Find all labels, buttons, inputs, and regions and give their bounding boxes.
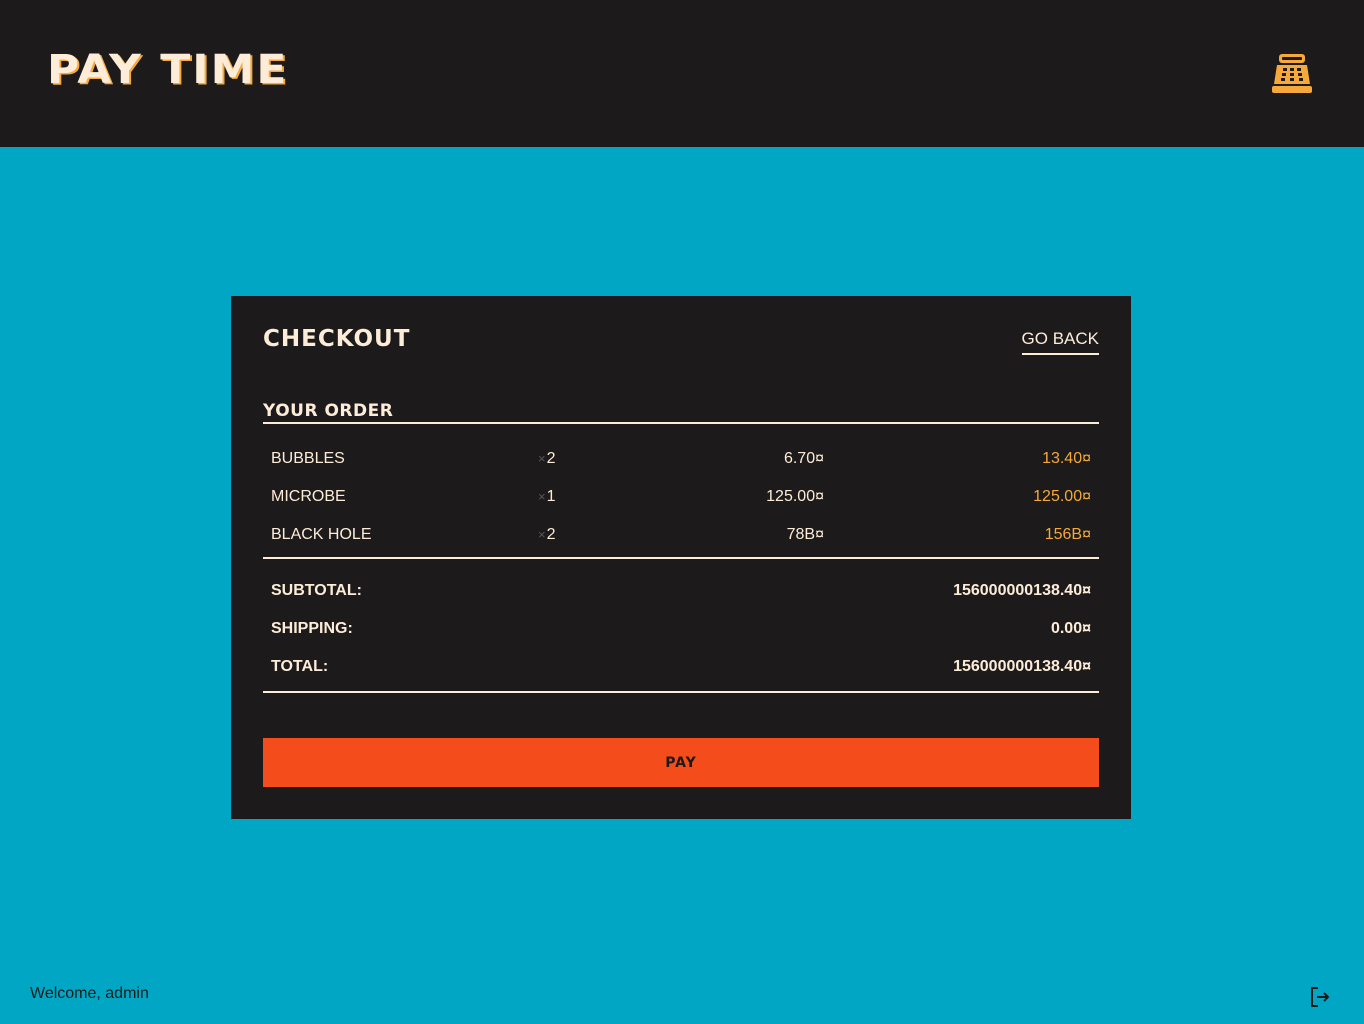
item-quantity: ×2 (538, 450, 556, 468)
checkout-card: CHECKOUT GO BACK YOUR ORDER BUBBLES ×2 6… (231, 296, 1131, 819)
subtotal-value: 156000000138.40¤ (953, 582, 1091, 599)
multiply-sign: × (538, 451, 546, 466)
total-value: 156000000138.40¤ (953, 658, 1091, 675)
item-name: BLACK HOLE (271, 526, 372, 543)
brand-title: PAY TIME (47, 46, 289, 93)
order-totals: SUBTOTAL: 156000000138.40¤ SHIPPING: 0.0… (263, 573, 1099, 693)
order-section-title: YOUR ORDER (263, 400, 1099, 424)
item-line-total: 125.00¤ (1033, 488, 1091, 505)
logout-icon[interactable] (1308, 985, 1332, 1009)
item-quantity-value: 2 (546, 450, 556, 467)
item-line-total: 156B¤ (1044, 526, 1091, 543)
pay-button[interactable]: PAY (263, 738, 1099, 787)
shipping-label: SHIPPING: (271, 620, 353, 637)
multiply-sign: × (538, 527, 546, 542)
page-title: CHECKOUT (263, 326, 411, 352)
item-unit-price: 6.70¤ (783, 450, 824, 467)
order-item-row: MICROBE ×1 125.00¤ 125.00¤ (263, 479, 1099, 517)
item-unit-price: 125.00¤ (766, 488, 824, 505)
order-items-list: BUBBLES ×2 6.70¤ 13.40¤ MICROBE ×1 125.0… (263, 441, 1099, 559)
order-item-row: BLACK HOLE ×2 78B¤ 156B¤ (263, 517, 1099, 555)
order-item-row: BUBBLES ×2 6.70¤ 13.40¤ (263, 441, 1099, 479)
top-bar: PAY TIME (0, 0, 1364, 147)
shipping-row: SHIPPING: 0.00¤ (263, 611, 1099, 649)
multiply-sign: × (538, 489, 546, 504)
item-quantity: ×2 (538, 526, 556, 544)
cash-register-icon[interactable] (1270, 52, 1314, 96)
subtotal-row: SUBTOTAL: 156000000138.40¤ (263, 573, 1099, 611)
shipping-value: 0.00¤ (1050, 620, 1091, 637)
total-label: TOTAL: (271, 658, 329, 675)
total-row: TOTAL: 156000000138.40¤ (263, 649, 1099, 687)
subtotal-label: SUBTOTAL: (271, 582, 362, 599)
item-quantity-value: 1 (546, 488, 556, 505)
go-back-link[interactable]: GO BACK (1021, 329, 1099, 355)
welcome-message: Welcome, admin (30, 985, 149, 1002)
item-unit-price: 78B¤ (786, 526, 824, 543)
item-name: MICROBE (271, 488, 346, 505)
item-quantity-value: 2 (546, 526, 556, 543)
item-line-total: 13.40¤ (1042, 450, 1091, 467)
item-name: BUBBLES (271, 450, 345, 467)
item-quantity: ×1 (538, 488, 556, 506)
